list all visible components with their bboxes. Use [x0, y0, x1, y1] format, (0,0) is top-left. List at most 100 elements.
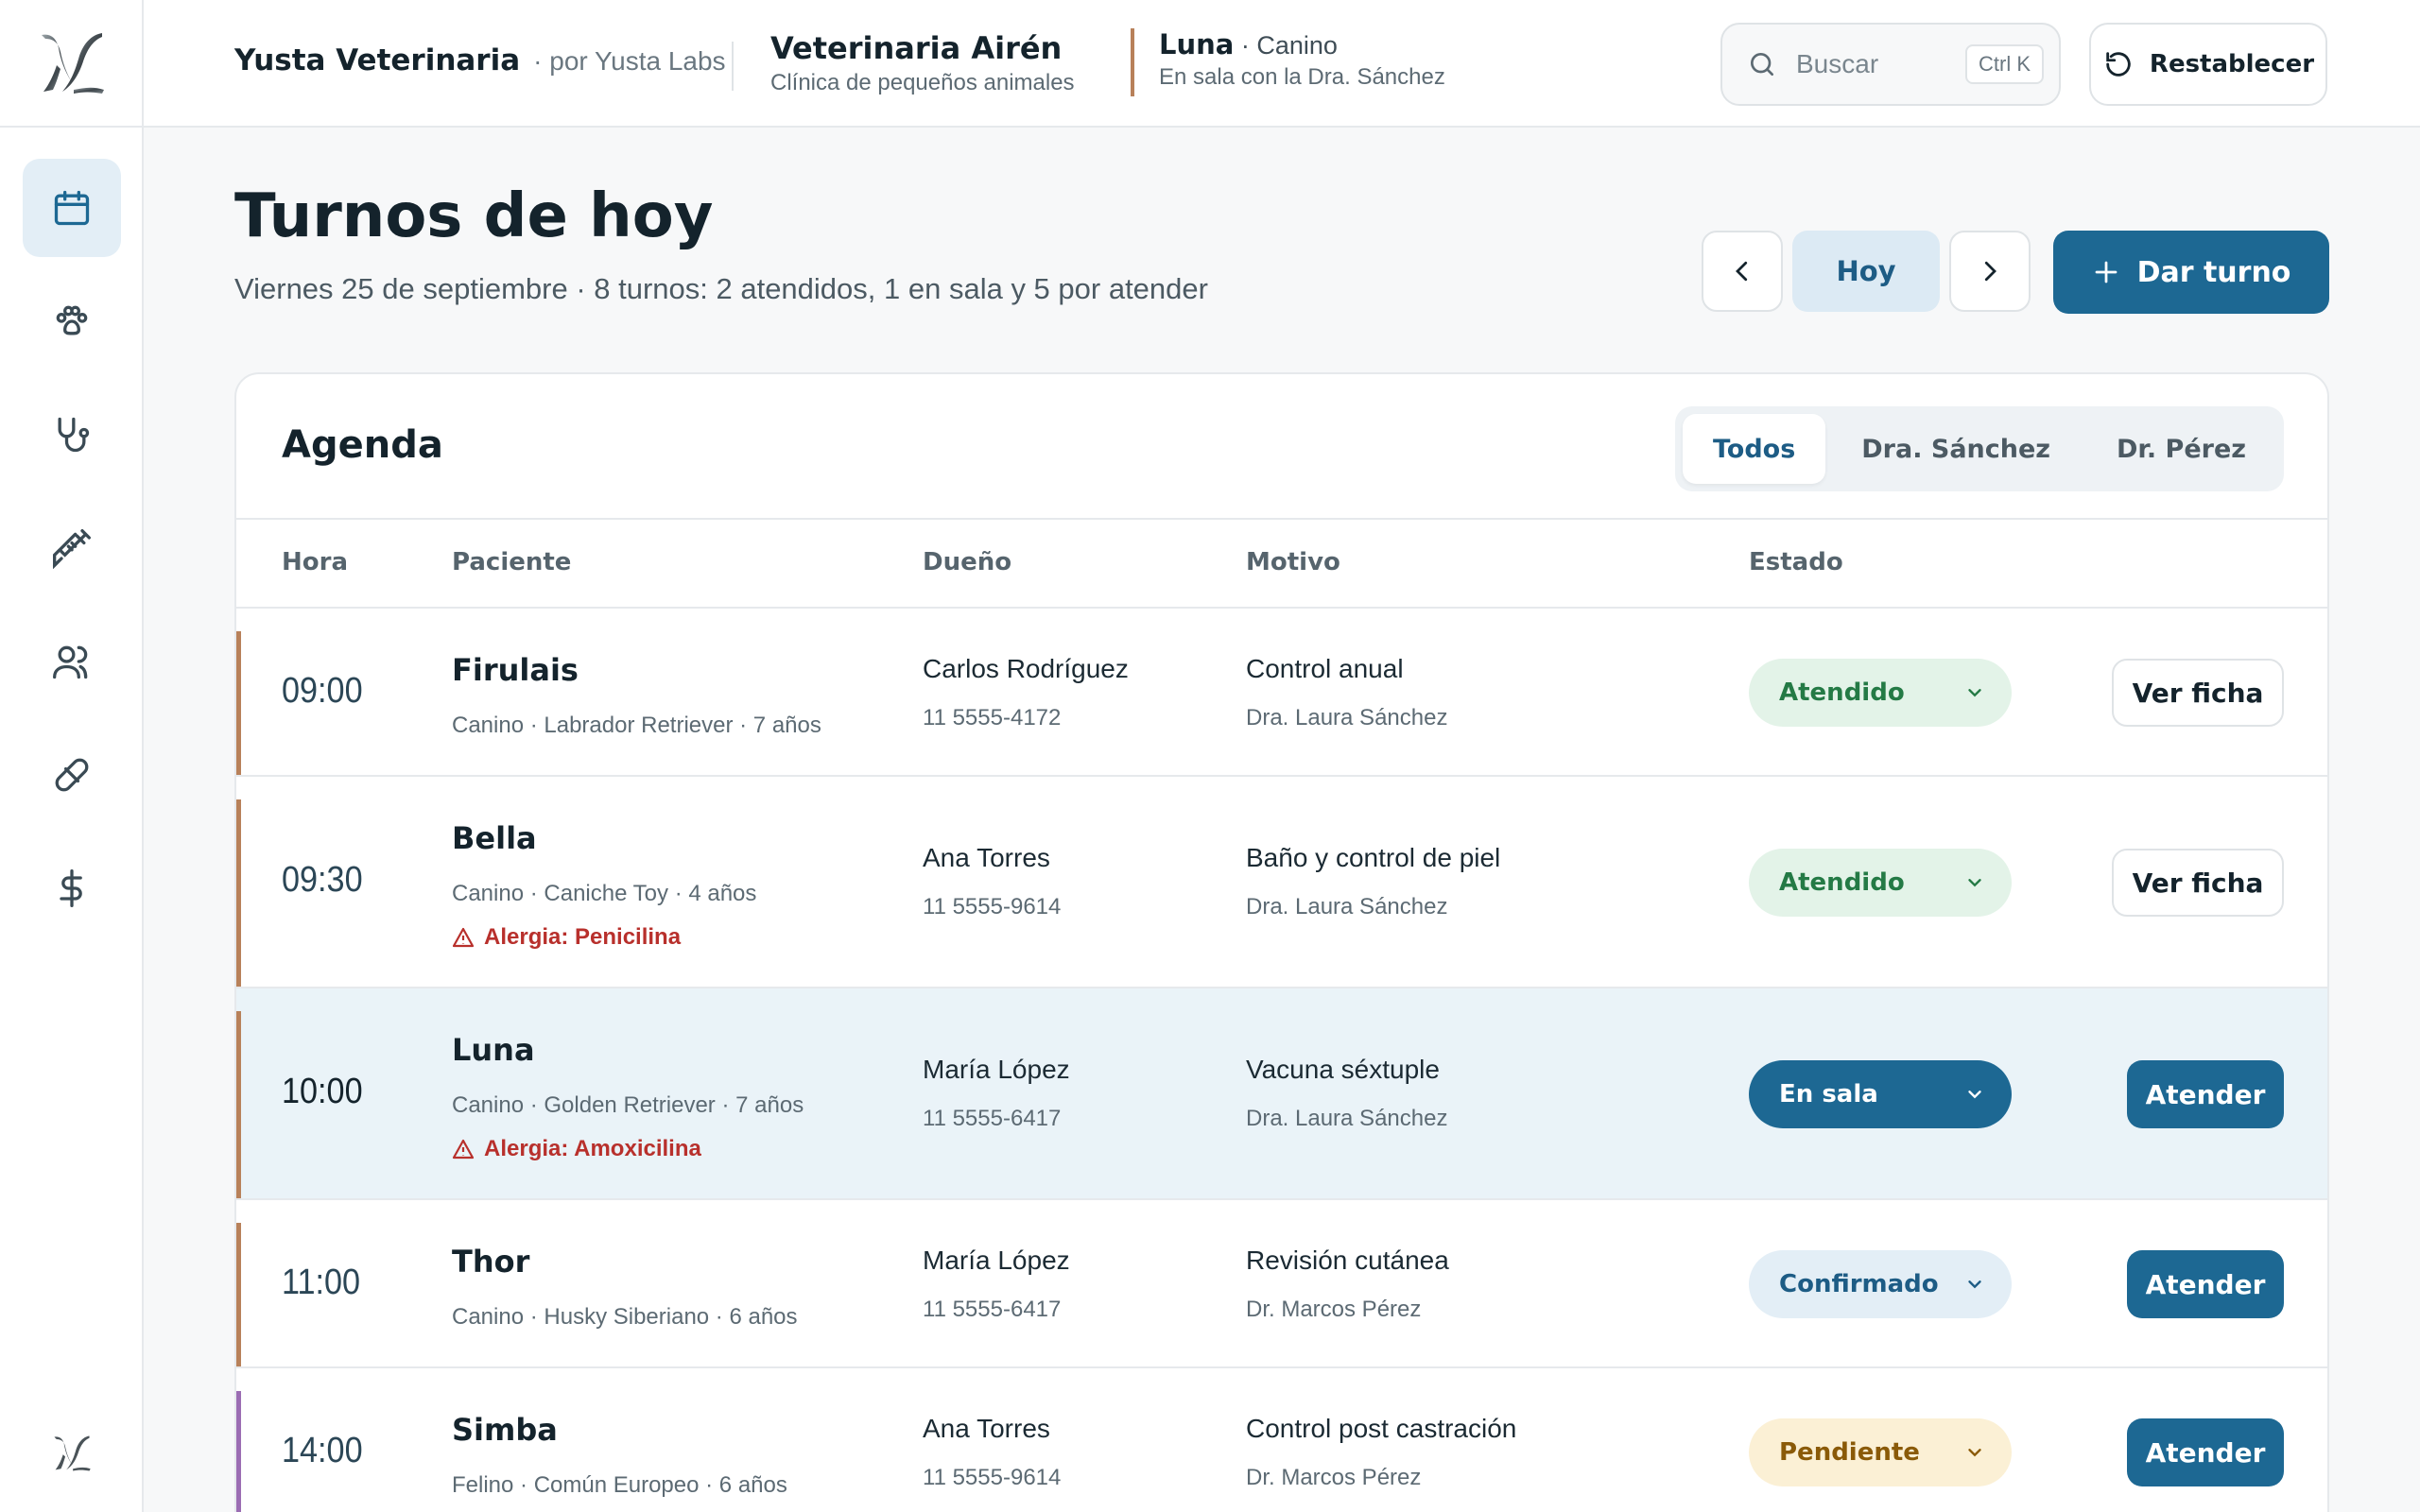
owner-name: Ana Torres: [923, 843, 1050, 872]
owner-phone: 11 5555-6417: [923, 1106, 1062, 1131]
dollar-icon: [60, 869, 82, 907]
status-select[interactable]: Atendido: [1749, 849, 2012, 917]
table-row[interactable]: 09:00 Firulais Canino · Labrador Retriev…: [236, 609, 2327, 777]
attend-button[interactable]: Atender: [2127, 1060, 2284, 1128]
topbar: Yusta Veterinaria · por Yusta Labs Veter…: [144, 0, 2420, 128]
vet-filter: Todos Dra. Sánchez Dr. Pérez: [1674, 406, 2284, 491]
chevron-down-icon: [1968, 1091, 1981, 1099]
view-record-button[interactable]: Ver ficha: [2112, 659, 2284, 727]
appointment-time: 14:00: [282, 1431, 363, 1470]
appointment-reason: Control anual: [1246, 654, 1404, 683]
owner-phone: 11 5555-6417: [923, 1297, 1062, 1322]
patient-name[interactable]: Luna: [452, 1032, 535, 1068]
chevron-right-icon: [1984, 261, 1996, 282]
nav-agenda[interactable]: [23, 159, 121, 257]
table-row[interactable]: 11:00 Thor Canino · Husky Siberiano · 6 …: [236, 1200, 2327, 1368]
owner-phone: 11 5555-9614: [923, 894, 1062, 919]
new-appointment-button[interactable]: Dar turno: [2053, 231, 2329, 314]
agenda-title: Agenda: [282, 423, 443, 467]
appointment-reason: Control post castración: [1246, 1414, 1517, 1443]
table-row[interactable]: 14:00 Simba Felino · Común Europeo · 6 a…: [236, 1368, 2327, 1512]
syringe-icon: [53, 529, 91, 569]
chevron-left-icon: [1736, 261, 1748, 282]
page-title: Turnos de hoy: [234, 181, 714, 251]
owner-phone: 11 5555-4172: [923, 705, 1062, 730]
status-label: Atendido: [1779, 868, 1905, 897]
calendar-icon: [54, 190, 90, 226]
owner-name: Ana Torres: [923, 1414, 1050, 1443]
plus-icon: [2095, 261, 2117, 284]
nav-vaccines[interactable]: [23, 499, 121, 597]
owner-name: Carlos Rodríguez: [923, 654, 1129, 683]
search-shortcut-badge: Ctrl K: [1965, 44, 2044, 84]
filter-all[interactable]: Todos: [1682, 414, 1826, 484]
status-label: Confirmado: [1779, 1270, 1939, 1298]
table-row-active[interactable]: 10:00 Luna Canino · Golden Retriever · 7…: [236, 988, 2327, 1200]
filter-dr-perez[interactable]: Dr. Pérez: [2086, 414, 2276, 484]
assigned-vet: Dra. Laura Sánchez: [1246, 705, 1448, 730]
table-row[interactable]: 09:30 Bella Canino · Caniche Toy · 4 año…: [236, 777, 2327, 988]
patient-detail: Canino · Husky Siberiano · 6 años: [452, 1304, 798, 1330]
patient-name[interactable]: Simba: [452, 1412, 558, 1448]
date-navigation: Hoy: [1702, 231, 2031, 312]
allergy-alert: Alergia: Amoxicilina: [452, 1136, 701, 1162]
patient-name[interactable]: Firulais: [452, 652, 579, 688]
appointment-reason: Revisión cutánea: [1246, 1246, 1449, 1275]
yusta-mini-logo-icon: [54, 1435, 91, 1471]
pill-icon: [55, 758, 89, 792]
sidebar-nav: [23, 159, 121, 953]
filter-dra-sanchez[interactable]: Dra. Sánchez: [1831, 414, 2081, 484]
attend-button[interactable]: Atender: [2127, 1250, 2284, 1318]
owner-phone: 11 5555-9614: [923, 1465, 1062, 1490]
nav-billing[interactable]: [23, 839, 121, 937]
chevron-down-icon: [1968, 879, 1981, 887]
nav-patients[interactable]: [23, 272, 121, 370]
agenda-header: Agenda Todos Dra. Sánchez Dr. Pérez: [236, 374, 2327, 520]
patient-detail: Canino · Golden Retriever · 7 años: [452, 1092, 804, 1118]
brand-name: Yusta Veterinaria: [234, 43, 521, 77]
search-input[interactable]: [1796, 49, 1938, 79]
clinic-info: Veterinaria Airén Clínica de pequeños an…: [770, 30, 1075, 96]
today-button[interactable]: Hoy: [1792, 231, 1940, 312]
reset-button-label: Restablecer: [2149, 50, 2315, 78]
users-icon: [53, 645, 88, 679]
current-patient-context[interactable]: Luna · Canino En sala con la Dra. Sánche…: [1131, 28, 1445, 96]
warning-icon: [452, 927, 475, 948]
prev-day-button[interactable]: [1702, 231, 1783, 312]
nav-pharmacy[interactable]: [23, 726, 121, 824]
app-logo[interactable]: [0, 0, 144, 128]
col-status: Estado: [1749, 548, 1843, 576]
table-header: Hora Paciente Dueño Motivo Estado: [236, 520, 2327, 609]
topbar-divider: [732, 42, 734, 91]
view-record-button[interactable]: Ver ficha: [2112, 849, 2284, 917]
appointment-time: 11:00: [282, 1263, 361, 1302]
attend-button[interactable]: Atender: [2127, 1418, 2284, 1486]
col-time: Hora: [282, 548, 348, 576]
sidebar-footer: [0, 1433, 144, 1474]
stethoscope-icon: [58, 417, 90, 453]
species-accent-bar: [236, 1223, 241, 1366]
nav-consults[interactable]: [23, 386, 121, 484]
status-select[interactable]: En sala: [1749, 1060, 2012, 1128]
current-patient-species: · Canino: [1234, 31, 1338, 60]
nav-owners[interactable]: [23, 612, 121, 711]
reset-button[interactable]: Restablecer: [2089, 23, 2327, 106]
status-label: En sala: [1779, 1080, 1878, 1108]
species-accent-bar: [236, 1391, 241, 1512]
col-reason: Motivo: [1246, 548, 1340, 576]
next-day-button[interactable]: [1949, 231, 2031, 312]
warning-icon: [452, 1139, 475, 1160]
patient-name[interactable]: Thor: [452, 1244, 529, 1280]
allergy-text: Alergia: Amoxicilina: [484, 1136, 701, 1161]
status-select[interactable]: Pendiente: [1749, 1418, 2012, 1486]
chevron-down-icon: [1968, 1280, 1981, 1289]
appointment-time: 09:30: [282, 860, 363, 900]
assigned-vet: Dr. Marcos Pérez: [1246, 1465, 1422, 1490]
status-select[interactable]: Confirmado: [1749, 1250, 2012, 1318]
yusta-logo-icon: [42, 32, 104, 94]
current-patient-name: Luna: [1159, 28, 1235, 60]
page-subtitle: Viernes 25 de septiembre · 8 turnos: 2 a…: [234, 272, 1208, 305]
search-box[interactable]: Ctrl K: [1720, 23, 2061, 106]
patient-name[interactable]: Bella: [452, 820, 537, 856]
status-select[interactable]: Atendido: [1749, 659, 2012, 727]
